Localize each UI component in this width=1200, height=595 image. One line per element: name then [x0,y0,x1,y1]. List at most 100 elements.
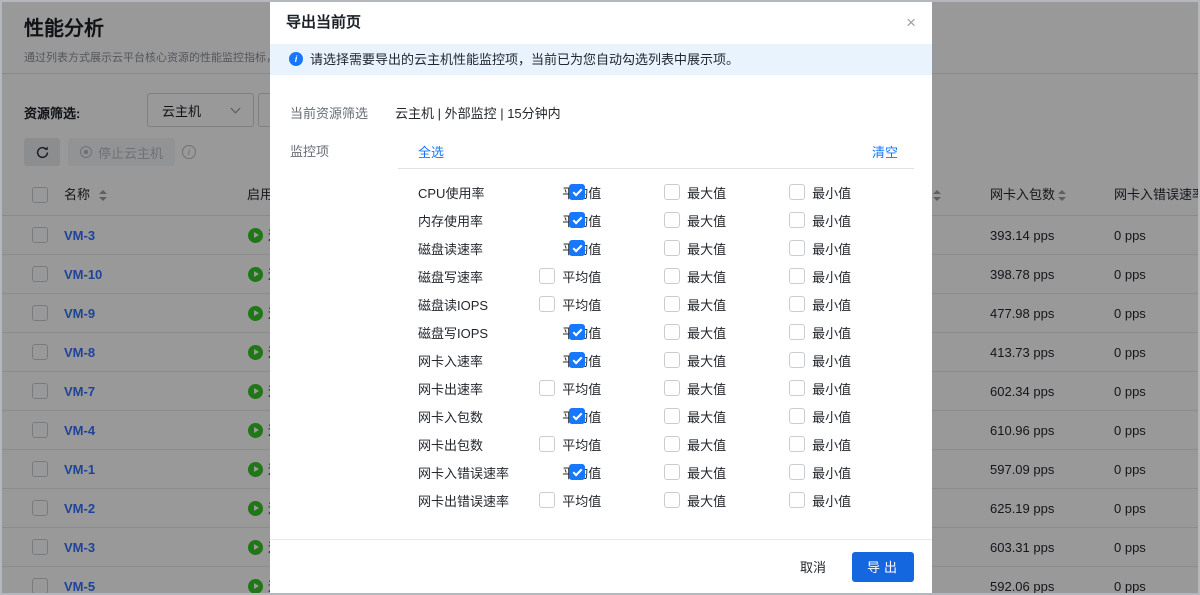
avg-label[interactable]: 平均值 [562,491,601,510]
min-label[interactable]: 最小值 [812,295,851,314]
metric-min-option[interactable]: 最小值 [789,351,914,370]
metric-avg-option[interactable]: 平均值 [539,211,664,230]
max-checkbox[interactable] [664,436,680,452]
metric-max-option[interactable]: 最大值 [664,183,789,202]
avg-checkbox[interactable] [569,352,585,368]
min-label[interactable]: 最小值 [812,323,851,342]
min-label[interactable]: 最小值 [812,211,851,230]
max-checkbox[interactable] [664,352,680,368]
metric-min-option[interactable]: 最小值 [789,379,914,398]
max-checkbox[interactable] [664,212,680,228]
metric-max-option[interactable]: 最大值 [664,323,789,342]
metric-max-option[interactable]: 最大值 [664,211,789,230]
max-checkbox[interactable] [664,240,680,256]
metric-avg-option[interactable]: 平均值 [539,491,664,510]
close-icon[interactable]: × [906,2,916,44]
metric-min-option[interactable]: 最小值 [789,267,914,286]
metric-max-option[interactable]: 最大值 [664,351,789,370]
min-checkbox[interactable] [789,212,805,228]
metric-max-option[interactable]: 最大值 [664,407,789,426]
max-label[interactable]: 最大值 [687,407,726,426]
metric-avg-option[interactable]: 平均值 [539,379,664,398]
metric-avg-option[interactable]: 平均值 [539,463,664,482]
max-checkbox[interactable] [664,492,680,508]
max-label[interactable]: 最大值 [687,463,726,482]
avg-checkbox[interactable] [539,296,555,312]
min-label[interactable]: 最小值 [812,463,851,482]
avg-checkbox[interactable] [539,268,555,284]
metric-max-option[interactable]: 最大值 [664,379,789,398]
min-checkbox[interactable] [789,296,805,312]
metric-max-option[interactable]: 最大值 [664,295,789,314]
max-label[interactable]: 最大值 [687,211,726,230]
min-label[interactable]: 最小值 [812,239,851,258]
min-label[interactable]: 最小值 [812,267,851,286]
max-label[interactable]: 最大值 [687,323,726,342]
min-checkbox[interactable] [789,380,805,396]
avg-checkbox[interactable] [539,492,555,508]
avg-checkbox[interactable] [569,184,585,200]
metric-avg-option[interactable]: 平均值 [539,267,664,286]
avg-checkbox[interactable] [539,380,555,396]
select-all-link[interactable]: 全选 [418,142,444,161]
metric-avg-option[interactable]: 平均值 [539,407,664,426]
min-label[interactable]: 最小值 [812,491,851,510]
min-label[interactable]: 最小值 [812,183,851,202]
max-label[interactable]: 最大值 [687,435,726,454]
max-label[interactable]: 最大值 [687,267,726,286]
metric-min-option[interactable]: 最小值 [789,463,914,482]
avg-label[interactable]: 平均值 [562,295,601,314]
metric-max-option[interactable]: 最大值 [664,239,789,258]
metric-avg-option[interactable]: 平均值 [539,351,664,370]
metric-avg-option[interactable]: 平均值 [539,183,664,202]
avg-label[interactable]: 平均值 [562,267,601,286]
export-button[interactable]: 导出 [852,552,914,582]
max-label[interactable]: 最大值 [687,239,726,258]
max-label[interactable]: 最大值 [687,379,726,398]
cancel-button[interactable]: 取消 [796,551,830,582]
avg-checkbox[interactable] [569,408,585,424]
max-label[interactable]: 最大值 [687,295,726,314]
metric-min-option[interactable]: 最小值 [789,407,914,426]
max-checkbox[interactable] [664,324,680,340]
metric-min-option[interactable]: 最小值 [789,491,914,510]
metric-avg-option[interactable]: 平均值 [539,323,664,342]
max-checkbox[interactable] [664,296,680,312]
metric-avg-option[interactable]: 平均值 [539,435,664,454]
min-checkbox[interactable] [789,268,805,284]
metric-avg-option[interactable]: 平均值 [539,295,664,314]
min-label[interactable]: 最小值 [812,379,851,398]
min-checkbox[interactable] [789,240,805,256]
metric-max-option[interactable]: 最大值 [664,491,789,510]
avg-label[interactable]: 平均值 [562,435,601,454]
min-checkbox[interactable] [789,464,805,480]
max-label[interactable]: 最大值 [687,351,726,370]
min-checkbox[interactable] [789,352,805,368]
avg-checkbox[interactable] [569,240,585,256]
min-checkbox[interactable] [789,436,805,452]
metric-avg-option[interactable]: 平均值 [539,239,664,258]
min-checkbox[interactable] [789,184,805,200]
max-checkbox[interactable] [664,184,680,200]
metric-max-option[interactable]: 最大值 [664,435,789,454]
max-checkbox[interactable] [664,408,680,424]
metric-min-option[interactable]: 最小值 [789,183,914,202]
min-label[interactable]: 最小值 [812,407,851,426]
avg-checkbox[interactable] [569,212,585,228]
max-checkbox[interactable] [664,464,680,480]
metric-max-option[interactable]: 最大值 [664,463,789,482]
min-checkbox[interactable] [789,324,805,340]
min-label[interactable]: 最小值 [812,435,851,454]
metric-min-option[interactable]: 最小值 [789,435,914,454]
clear-all-link[interactable]: 清空 [872,142,898,161]
min-label[interactable]: 最小值 [812,351,851,370]
avg-checkbox[interactable] [569,464,585,480]
avg-checkbox[interactable] [539,436,555,452]
metric-min-option[interactable]: 最小值 [789,323,914,342]
avg-checkbox[interactable] [569,324,585,340]
min-checkbox[interactable] [789,408,805,424]
metric-max-option[interactable]: 最大值 [664,267,789,286]
max-label[interactable]: 最大值 [687,183,726,202]
max-checkbox[interactable] [664,268,680,284]
metric-min-option[interactable]: 最小值 [789,211,914,230]
